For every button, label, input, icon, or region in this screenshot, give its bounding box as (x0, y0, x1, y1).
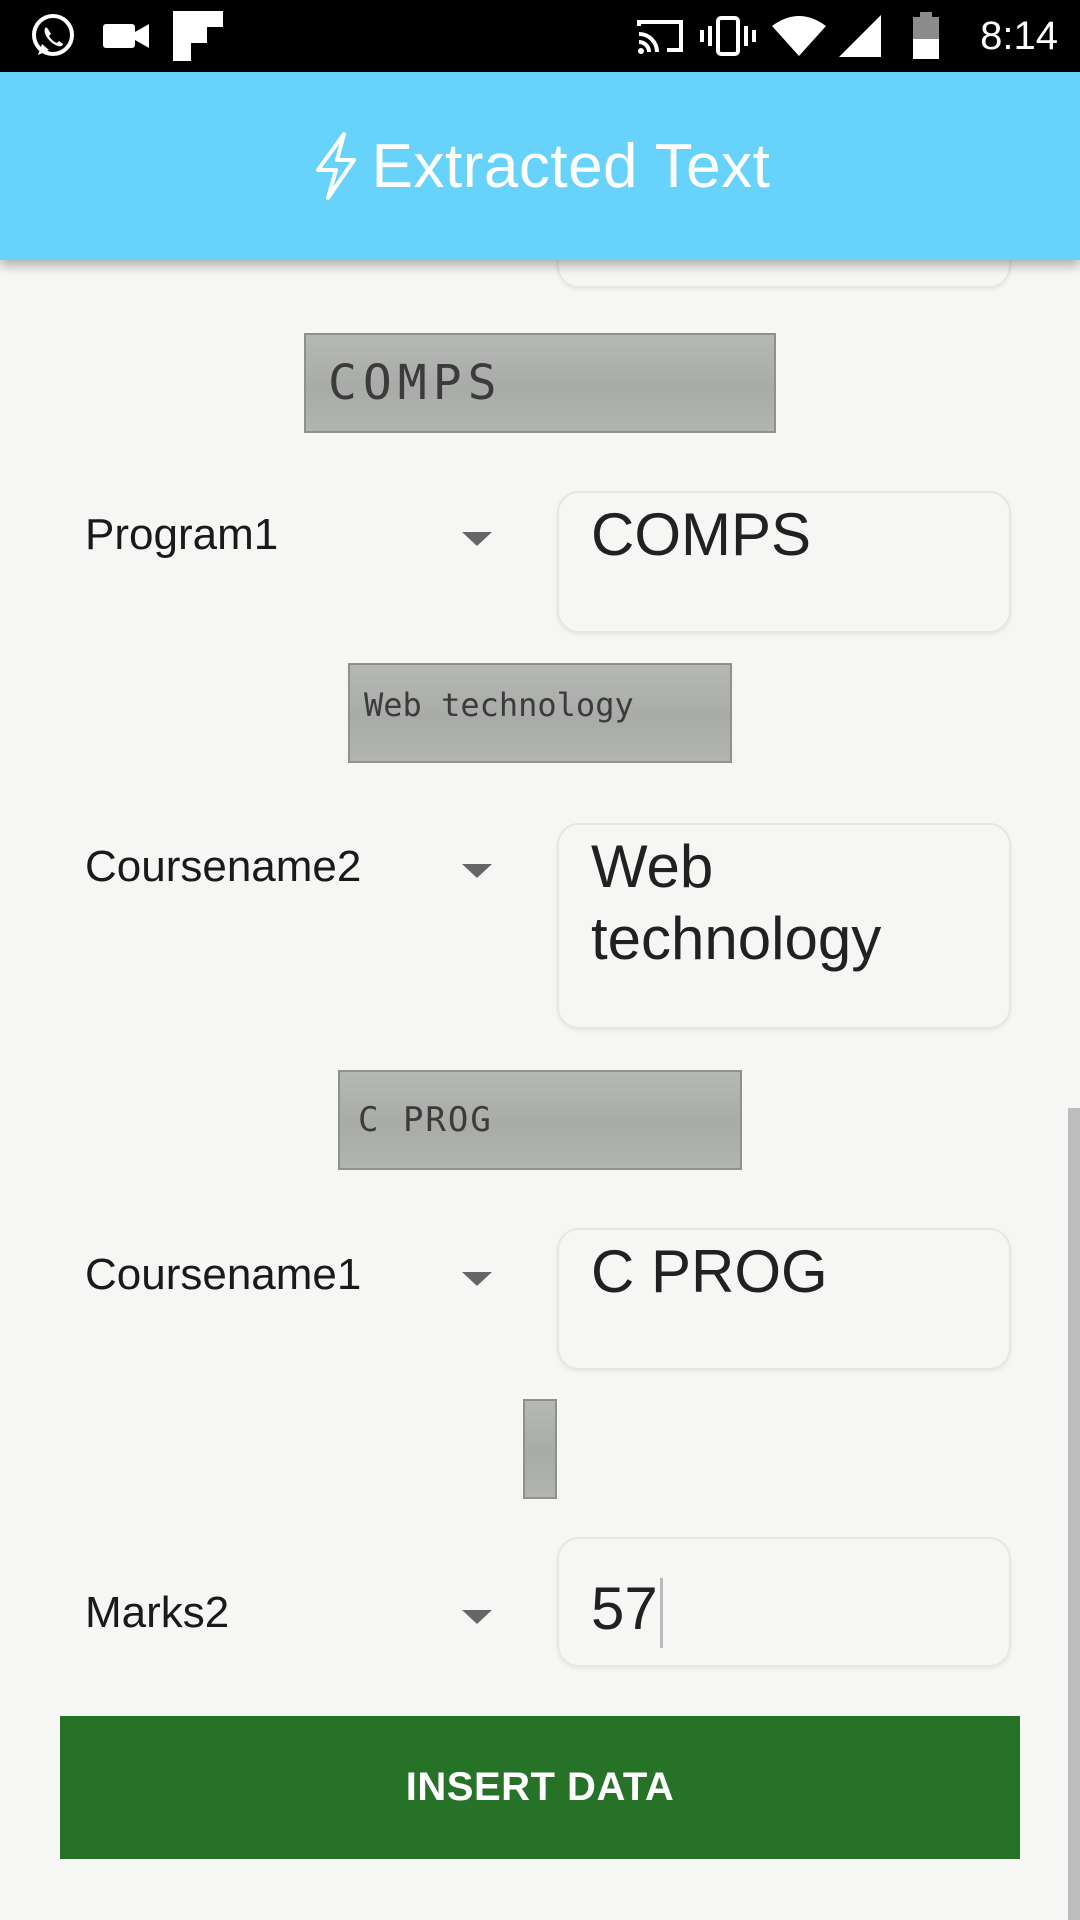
cell-signal-icon (836, 12, 884, 60)
field-type-label[interactable]: Coursename1 (85, 1250, 361, 1300)
video-camera-icon (100, 12, 152, 60)
screen: 8:14 Extracted Text COMPS Program1 COMPS… (0, 0, 1080, 1920)
flash-icon (315, 132, 356, 200)
cast-icon (634, 12, 686, 60)
insert-data-button[interactable]: INSERT DATA (60, 1716, 1020, 1859)
field-value-input[interactable]: COMPS (557, 491, 1011, 633)
status-time: 8:14 (980, 14, 1058, 58)
field-type-label[interactable]: Marks2 (85, 1588, 229, 1638)
vibrate-icon (700, 12, 756, 60)
chevron-down-icon[interactable] (462, 532, 492, 546)
chevron-down-icon[interactable] (462, 864, 492, 878)
wifi-icon (770, 12, 828, 60)
page-title: Extracted Text (371, 131, 771, 201)
ocr-snippet-image: C PROG (338, 1070, 742, 1170)
status-bar: 8:14 (0, 0, 1080, 72)
scrollbar[interactable] (1068, 1108, 1080, 1920)
ocr-snippet-image (523, 1399, 557, 1499)
field-value-input[interactable]: Web technology (557, 823, 1011, 1029)
app-bar: Extracted Text (0, 72, 1080, 260)
chevron-down-icon[interactable] (462, 1272, 492, 1286)
flipboard-icon (170, 11, 226, 61)
field-type-label[interactable]: Coursename2 (85, 842, 361, 892)
battery-icon (910, 12, 942, 60)
field-value-input[interactable]: 57 (557, 1537, 1011, 1667)
chevron-down-icon[interactable] (462, 1610, 492, 1624)
field-type-label[interactable]: Program1 (85, 510, 278, 560)
extracted-form[interactable]: COMPS Program1 COMPS Web technology Cour… (0, 180, 1080, 1920)
ocr-snippet-image: Web technology (348, 663, 732, 763)
text-cursor (659, 1578, 663, 1649)
field-value-input[interactable]: C PROG (557, 1228, 1011, 1370)
ocr-snippet-image: COMPS (304, 333, 776, 433)
whatsapp-icon (26, 12, 80, 60)
